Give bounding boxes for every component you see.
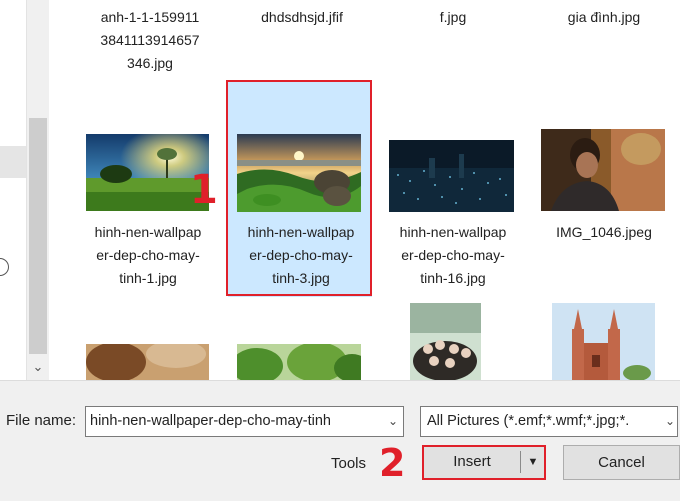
scrollbar-thumb[interactable] <box>29 118 47 354</box>
portrait-photo-thumbnail-icon <box>541 129 665 211</box>
annotation-step-1: 1 <box>190 167 218 213</box>
cancel-button[interactable]: Cancel <box>563 445 680 480</box>
file-thumbnail[interactable] <box>552 303 655 380</box>
file-name-input[interactable]: hinh-nen-wallpaper-dep-cho-may-tinh ⌄ <box>85 406 404 437</box>
dropdown-arrow-icon[interactable]: ▼ <box>522 447 544 477</box>
file-name-label: File name: <box>6 412 77 429</box>
file-list-pane: ⌄ anh-1-1-159911 3841113914657 346.jpg d… <box>0 0 680 380</box>
file-name-label[interactable]: IMG_1046.jpeg <box>534 221 674 244</box>
navigation-selected-item[interactable] <box>0 146 26 178</box>
tools-menu[interactable]: Tools <box>331 455 366 472</box>
file-thumbnail[interactable] <box>237 344 361 380</box>
group-photo-thumbnail-icon <box>410 303 481 380</box>
insert-button[interactable]: Insert ▼ <box>422 445 546 480</box>
chevron-down-icon[interactable]: ⌄ <box>383 407 403 436</box>
autumn-photo-thumbnail-icon <box>86 344 209 380</box>
chevron-down-icon[interactable]: ⌄ <box>665 407 677 436</box>
annotation-highlight-box <box>226 80 372 296</box>
scroll-down-arrow-icon[interactable]: ⌄ <box>27 358 49 376</box>
file-thumbnail[interactable] <box>389 140 514 212</box>
navigation-pane <box>0 0 27 380</box>
file-name-label[interactable]: anh-1-1-159911 3841113914657 346.jpg <box>80 6 220 75</box>
annotation-step-2: 2 <box>379 441 406 485</box>
forest-photo-thumbnail-icon <box>237 344 361 380</box>
file-type-filter-select[interactable]: All Pictures (*.emf;*.wmf;*.jpg;*. ⌄ <box>420 406 678 437</box>
file-name-input-value: hinh-nen-wallpaper-dep-cho-may-tinh <box>90 413 331 429</box>
insert-button-label: Insert <box>453 453 491 470</box>
file-thumbnail[interactable] <box>541 129 665 211</box>
dialog-bottom-panel <box>0 380 680 501</box>
file-name-label[interactable]: f.jpg <box>383 6 523 29</box>
cathedral-photo-thumbnail-icon <box>552 303 655 380</box>
city-night-thumbnail-icon <box>389 140 514 212</box>
split-divider <box>520 451 521 473</box>
file-name-label[interactable]: gia đình.jpg <box>534 6 674 29</box>
file-thumbnail[interactable] <box>86 344 209 380</box>
file-name-label[interactable]: hinh-nen-wallpap er-dep-cho-may- tinh-16… <box>383 221 523 290</box>
file-name-label[interactable]: dhdsdhsjd.jfif <box>232 6 372 29</box>
file-thumbnail[interactable] <box>410 303 481 380</box>
file-name-label[interactable]: hinh-nen-wallpap er-dep-cho-may- tinh-1.… <box>78 221 218 290</box>
file-type-filter-value: All Pictures (*.emf;*.wmf;*.jpg;*. <box>427 413 630 429</box>
